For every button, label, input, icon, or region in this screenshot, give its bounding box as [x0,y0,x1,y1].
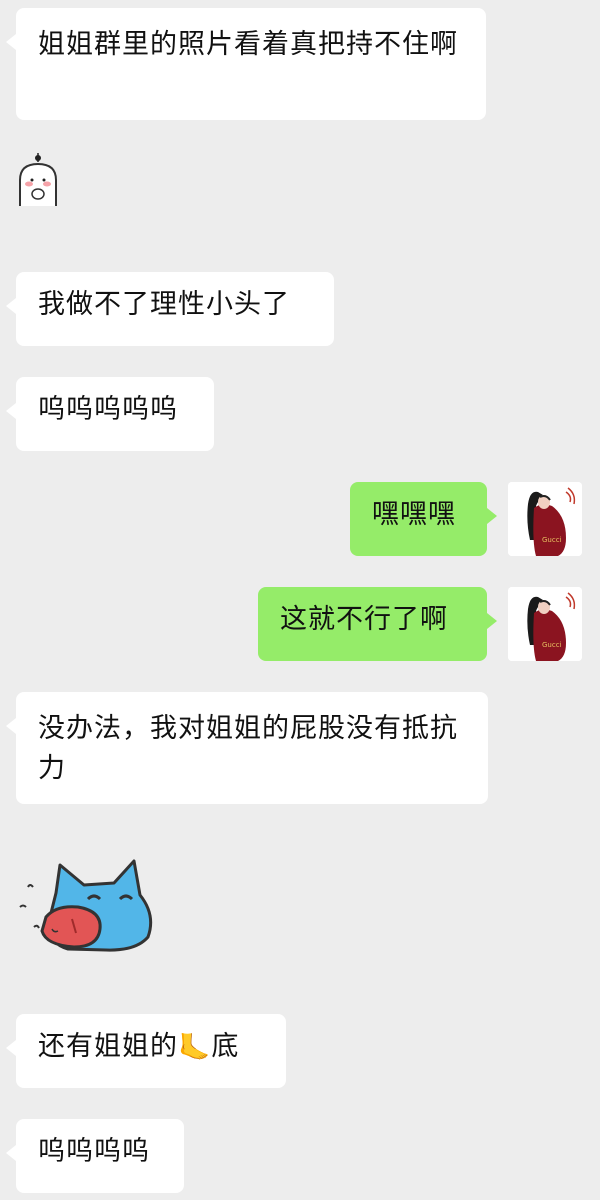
message-text: 呜呜呜呜 [38,1136,150,1167]
svg-text:Gucci: Gucci [542,641,562,649]
message-bubble[interactable]: 没办法，我对姐姐的屁股没有抵抗力 [6,692,488,804]
blue-cat-icon [19,859,153,952]
message-text: 我做不了理性小头了 [38,289,290,320]
message-text: 底 [211,1031,240,1062]
user-avatar-icon[interactable]: Gucci [508,587,582,661]
message-text: 还有姐姐的 [38,1031,178,1062]
message-bubble[interactable]: 还有姐姐的🦶底 [6,1014,286,1088]
message-bubble[interactable]: 我做不了理性小头了 [6,272,334,346]
bunny-face-sticker[interactable] [16,150,72,206]
message-bubble[interactable]: 呜呜呜呜呜 [6,377,214,451]
blue-cat-tongue-sticker[interactable] [16,855,156,955]
user-avatar-icon[interactable]: Gucci [508,482,582,556]
message-text: 嘿嘿嘿 [372,499,456,530]
foot-emoji-icon: 🦶 [178,1032,212,1063]
message-bubble[interactable]: 呜呜呜呜 [6,1119,184,1193]
message-text: 这就不行了啊 [280,604,448,635]
user-avatar-icon: Gucci [508,587,582,661]
message-text: 没办法，我对姐姐的屁股没有抵抗力 [38,713,458,784]
message-bubble[interactable]: 姐姐群里的照片看着真把持不住啊 [6,8,486,120]
message-bubble[interactable]: 嘿嘿嘿 [350,482,497,556]
message-bubble[interactable]: 这就不行了啊 [258,587,497,661]
message-text: 姐姐群里的照片看着真把持不住啊 [38,29,458,60]
user-avatar-icon: Gucci [508,482,582,556]
svg-text:Gucci: Gucci [542,536,562,544]
message-text: 呜呜呜呜呜 [38,394,178,425]
bunny-face-icon [19,153,57,206]
